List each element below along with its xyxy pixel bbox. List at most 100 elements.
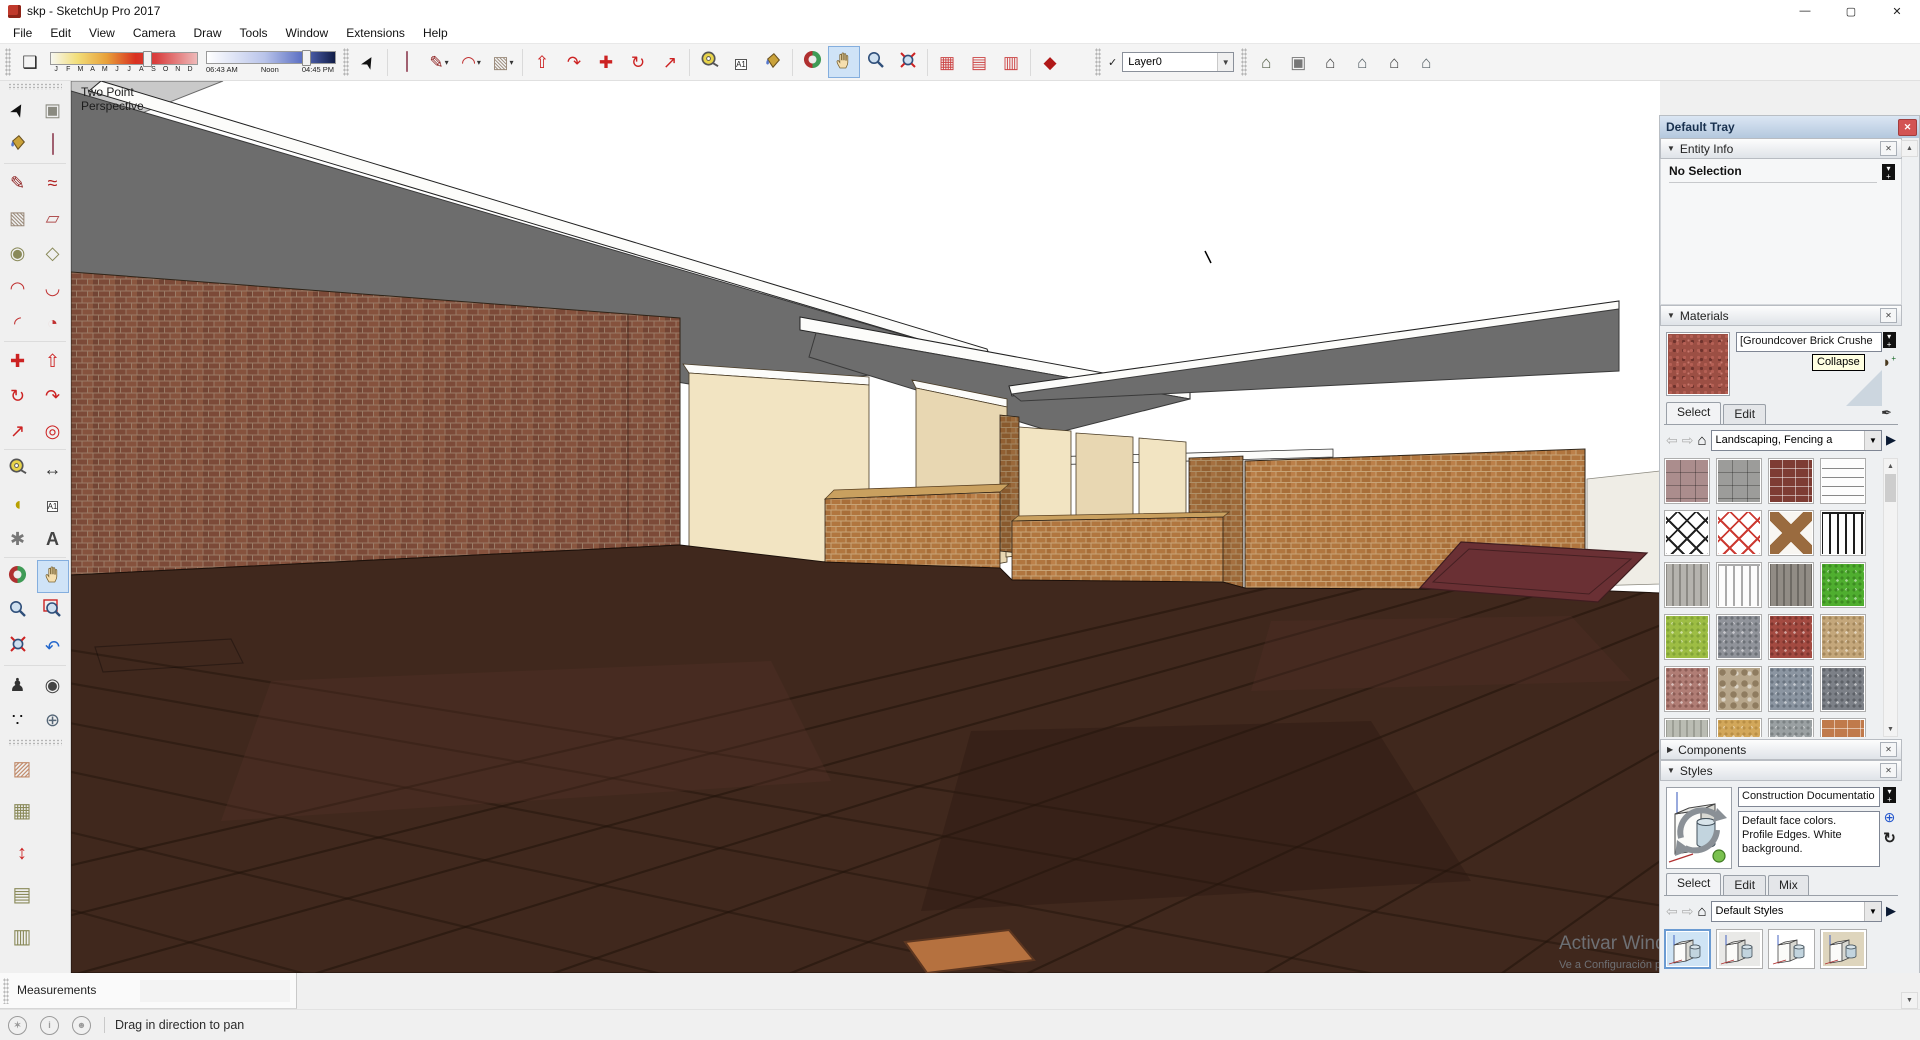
menu-item-window[interactable]: Window [277, 24, 338, 42]
material-swatch-wood-logs[interactable] [1768, 562, 1814, 608]
material-swatch-wood-cross[interactable] [1768, 510, 1814, 556]
active-style-preview[interactable] [1666, 787, 1732, 869]
scale-tool-icon[interactable]: ↗ [2, 414, 34, 447]
menu-item-camera[interactable]: Camera [124, 24, 185, 42]
tape-measure-tool-icon[interactable] [693, 46, 725, 78]
view-left-icon[interactable]: ⌂ [1410, 46, 1442, 78]
material-swatch-gravel-light[interactable] [1768, 718, 1814, 737]
menu-item-file[interactable]: File [4, 24, 41, 42]
toolbar-drag-handle[interactable] [1095, 48, 1101, 76]
material-swatch-iron-fence[interactable] [1820, 510, 1866, 556]
protractor-tool-icon[interactable]: ◖ [2, 487, 34, 520]
styles-close-icon[interactable]: ✕ [1880, 763, 1897, 778]
materials-collection-dropdown[interactable]: Landscaping, Fencing a ▼ [1711, 430, 1882, 451]
tray-title-bar[interactable]: Default Tray ✕ [1660, 116, 1919, 138]
material-swatch-gravel-dark[interactable] [1820, 666, 1866, 712]
dropdown-arrow-icon[interactable]: ▼ [1864, 431, 1881, 450]
previous-view-icon[interactable]: ↶ [37, 630, 69, 663]
eraser-tool-icon[interactable] [391, 46, 423, 78]
text-tool-icon[interactable]: A1 [725, 46, 757, 78]
shadow-date-slider[interactable]: JFMAMJJASOND [50, 52, 198, 73]
stamp-tool-icon[interactable]: ▤ [5, 874, 39, 916]
style-thumb-style-white[interactable] [1768, 929, 1815, 969]
section-plane-icon[interactable]: ▦ [931, 46, 963, 78]
arc-tool-icon[interactable]: ◠ [2, 271, 34, 304]
menu-item-help[interactable]: Help [414, 24, 457, 42]
tape-measure-tool-icon[interactable] [2, 452, 34, 485]
active-material-preview[interactable] [1666, 332, 1730, 396]
arc-tool-icon[interactable]: ◠▾ [455, 46, 487, 78]
minimize-button[interactable]: — [1782, 0, 1828, 22]
in-model-icon[interactable]: ⌂ [1697, 903, 1706, 920]
model-viewport[interactable]: Two Point Perspective Activar Windows Ve… [71, 81, 1660, 973]
rectangle-tool-icon[interactable]: ▧▾ [487, 46, 519, 78]
rotate-tool-icon[interactable]: ↻ [2, 379, 34, 412]
3d-text-tool-icon[interactable]: A [37, 522, 69, 555]
styles-collection-dropdown[interactable]: Default Styles ▼ [1711, 901, 1882, 922]
polygon-tool-icon[interactable]: ◇ [37, 236, 69, 269]
material-swatch-gravel-tan[interactable] [1820, 614, 1866, 660]
freehand-tool-icon[interactable]: ≈ [37, 166, 69, 199]
view-front-icon[interactable]: ⌂ [1314, 46, 1346, 78]
measurements-drag-handle[interactable] [3, 978, 9, 1004]
line-tool-icon[interactable]: ✎▾ [423, 46, 455, 78]
section-plane-tool-icon[interactable]: ⊕ [37, 703, 69, 736]
orbit-tool-icon[interactable] [2, 560, 34, 593]
material-swatch-chainlink-red[interactable] [1716, 510, 1762, 556]
date-slider-handle[interactable] [143, 51, 152, 67]
toolbar-drag-handle[interactable] [5, 48, 11, 76]
menu-item-draw[interactable]: Draw [185, 24, 231, 42]
send-to-layout-icon[interactable]: ◆ [1034, 46, 1066, 78]
collapse-arrow-icon[interactable]: ▼ [1667, 766, 1675, 775]
section-display-icon[interactable]: ▤ [963, 46, 995, 78]
account-icon[interactable]: ☻ [72, 1016, 91, 1035]
style-thumb-style-tan[interactable] [1820, 929, 1867, 969]
geolocation-icon[interactable]: ✶ [8, 1016, 27, 1035]
follow-me-tool-icon[interactable]: ↷ [558, 46, 590, 78]
materials-tab-edit[interactable]: Edit [1723, 404, 1766, 424]
expand-arrow-icon[interactable]: ▶ [1667, 745, 1673, 754]
push-pull-tool-icon[interactable]: ⇧ [37, 344, 69, 377]
help-info-icon[interactable]: i [40, 1016, 59, 1035]
line-tool-icon-dropdown[interactable]: ▾ [445, 58, 449, 67]
text-tool-icon[interactable]: A1 [37, 487, 69, 520]
material-swatch-river-rock[interactable] [1716, 666, 1762, 712]
pie-tool-icon[interactable]: ◔ [37, 306, 69, 339]
zoom-window-tool-icon[interactable] [37, 595, 69, 628]
entity-info-header[interactable]: ▼ Entity Info ✕ [1660, 138, 1902, 159]
material-swatch-grass-bright[interactable] [1820, 562, 1866, 608]
materials-header[interactable]: ▼ Materials ✕ [1660, 305, 1902, 326]
collapse-arrow-icon[interactable]: ▼ [1667, 144, 1675, 153]
look-around-tool-icon[interactable]: ◉ [37, 668, 69, 701]
material-swatch-dark-red-brick[interactable] [1768, 458, 1814, 504]
material-swatch-dry-grass[interactable] [1664, 718, 1710, 737]
details-menu-icon[interactable]: ▶ [1886, 903, 1896, 919]
styles-tab-edit[interactable]: Edit [1723, 875, 1766, 895]
collapse-arrow-icon[interactable]: ▼ [1667, 311, 1675, 320]
forward-arrow-icon[interactable]: ⇨ [1682, 432, 1694, 449]
pan-tool-icon[interactable] [37, 560, 69, 593]
tray-scroll-up-icon[interactable]: ▲ [1901, 140, 1918, 157]
material-swatch-barbed-wire[interactable] [1820, 458, 1866, 504]
dropdown-arrow-icon[interactable]: ▼ [1217, 53, 1233, 71]
display-pane-icon[interactable]: ▾+ [1883, 332, 1896, 348]
material-name-field[interactable]: [Groundcover Brick Crushe [1736, 332, 1882, 352]
scroll-up-icon[interactable]: ▲ [1884, 459, 1897, 473]
shadow-settings-icon[interactable]: ❑ [14, 46, 46, 78]
paint-bucket-tool-icon[interactable] [2, 128, 34, 161]
make-component-icon[interactable]: ▣ [37, 93, 69, 126]
components-close-icon[interactable]: ✕ [1880, 742, 1897, 757]
time-slider-handle[interactable] [302, 50, 311, 66]
material-swatch-gravel-pink[interactable] [1664, 666, 1710, 712]
scale-tool-icon[interactable]: ↗ [654, 46, 686, 78]
from-contours-tool-icon[interactable]: ▨ [5, 748, 39, 790]
material-swatch-crushed-brick-red[interactable] [1768, 614, 1814, 660]
paint-bucket-tool-icon[interactable] [757, 46, 789, 78]
rotate-tool-icon[interactable]: ↻ [622, 46, 654, 78]
view-iso-icon[interactable]: ⌂ [1250, 46, 1282, 78]
low-brick-wall[interactable] [1012, 517, 1223, 583]
orbit-tool-icon[interactable] [796, 46, 828, 78]
eraser-tool-icon[interactable] [37, 128, 69, 161]
styles-header[interactable]: ▼ Styles ✕ [1660, 760, 1902, 781]
materials-scrollbar[interactable]: ▲ ▼ [1883, 458, 1898, 737]
